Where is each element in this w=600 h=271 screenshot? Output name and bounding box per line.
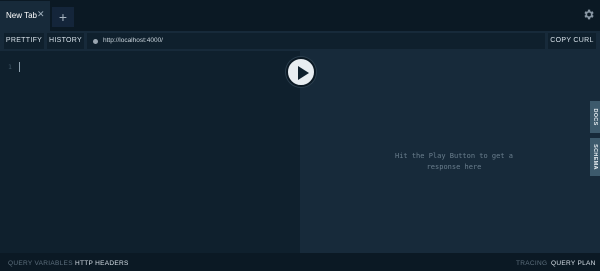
- tracing-tab[interactable]: TRACING: [516, 260, 547, 267]
- text-cursor: [19, 62, 20, 72]
- play-icon: [298, 66, 309, 80]
- history-button[interactable]: HISTORY: [47, 33, 84, 49]
- schema-tab[interactable]: SCHEMA: [590, 138, 600, 176]
- query-editor[interactable]: 1: [0, 51, 300, 253]
- close-icon[interactable]: ✕: [37, 9, 45, 20]
- play-button[interactable]: [286, 57, 316, 87]
- result-pane: Hit the Play Button to get a response he…: [300, 51, 600, 253]
- tab-new-tab[interactable]: New Tab ✕: [0, 1, 50, 31]
- prettify-button[interactable]: PRETTIFY: [4, 33, 44, 49]
- docs-tab-label: DOCS: [592, 108, 598, 126]
- docs-tab[interactable]: DOCS: [590, 101, 600, 133]
- gear-icon[interactable]: [582, 8, 595, 21]
- status-dot-icon: [93, 39, 98, 44]
- bottom-bar: QUERY VARIABLES HTTP HEADERS TRACING QUE…: [0, 253, 600, 271]
- endpoint-url-input[interactable]: http://localhost:4000/: [87, 33, 545, 49]
- add-tab-button[interactable]: +: [52, 7, 74, 27]
- line-number: 1: [8, 63, 12, 71]
- tab-label: New Tab: [6, 11, 37, 20]
- copy-curl-button[interactable]: COPY CURL: [548, 33, 596, 49]
- tab-bar: New Tab ✕ +: [0, 0, 600, 31]
- endpoint-url-text: http://localhost:4000/: [103, 37, 163, 44]
- http-headers-tab[interactable]: HTTP HEADERS: [75, 260, 129, 267]
- toolbar: PRETTIFY HISTORY http://localhost:4000/ …: [0, 31, 600, 51]
- schema-tab-label: SCHEMA: [592, 144, 598, 170]
- query-variables-tab[interactable]: QUERY VARIABLES: [8, 260, 73, 267]
- result-placeholder: Hit the Play Button to get a response he…: [394, 152, 513, 171]
- query-plan-tab[interactable]: QUERY PLAN: [551, 260, 596, 267]
